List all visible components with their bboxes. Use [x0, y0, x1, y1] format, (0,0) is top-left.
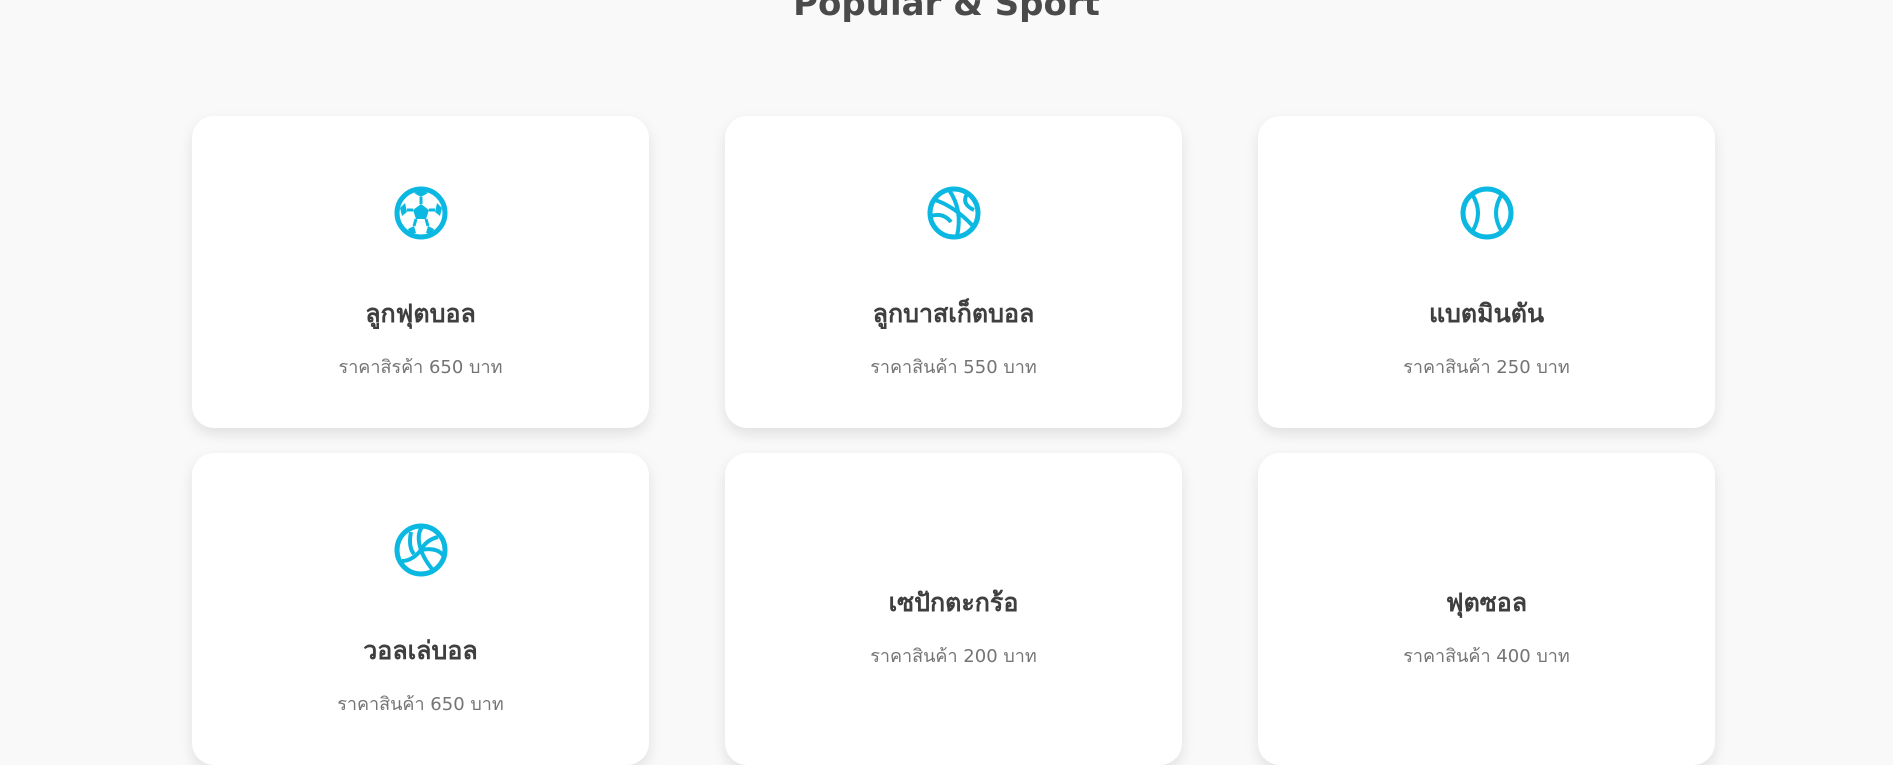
product-card-sepak-takraw[interactable]: เซปักตะกร้อ ราคาสินค้า 200 บาท	[725, 453, 1182, 765]
product-price: ราคาสินค้า 650 บาท	[337, 694, 504, 715]
product-card-badminton[interactable]: แบตมินตัน ราคาสินค้า 250 บาท	[1258, 116, 1715, 428]
product-price: ราคาสินค้า 550 บาท	[870, 357, 1037, 378]
section-title: Popular & Sport	[793, 0, 1100, 24]
product-card-futsal[interactable]: ฟุตซอล ราคาสินค้า 400 บาท	[1258, 453, 1715, 765]
product-name: แบตมินตัน	[1428, 299, 1545, 328]
product-grid: ลูกฟุตบอล ราคาสิรค้า 650 บาท ลูกบาสเก็ตบ…	[192, 116, 1715, 765]
tennis-ball-icon	[1460, 186, 1514, 240]
product-price: ราคาสินค้า 250 บาท	[1403, 357, 1570, 378]
product-name: ลูกฟุตบอล	[365, 299, 476, 328]
product-price: ราคาสินค้า 400 บาท	[1403, 646, 1570, 667]
product-name: เซปักตะกร้อ	[888, 588, 1019, 617]
volleyball-icon	[394, 523, 448, 577]
product-card-basketball[interactable]: ลูกบาสเก็ตบอล ราคาสินค้า 550 บาท	[725, 116, 1182, 428]
product-price: ราคาสิรค้า 650 บาท	[338, 357, 503, 378]
product-card-football[interactable]: ลูกฟุตบอล ราคาสิรค้า 650 บาท	[192, 116, 649, 428]
soccer-ball-icon	[394, 186, 448, 240]
product-name: วอลเล่บอล	[363, 636, 478, 665]
product-name: ลูกบาสเก็ตบอล	[872, 299, 1035, 328]
basketball-icon	[927, 186, 981, 240]
product-card-volleyball[interactable]: วอลเล่บอล ราคาสินค้า 650 บาท	[192, 453, 649, 765]
product-name: ฟุตซอล	[1445, 588, 1528, 617]
product-price: ราคาสินค้า 200 บาท	[870, 646, 1037, 667]
